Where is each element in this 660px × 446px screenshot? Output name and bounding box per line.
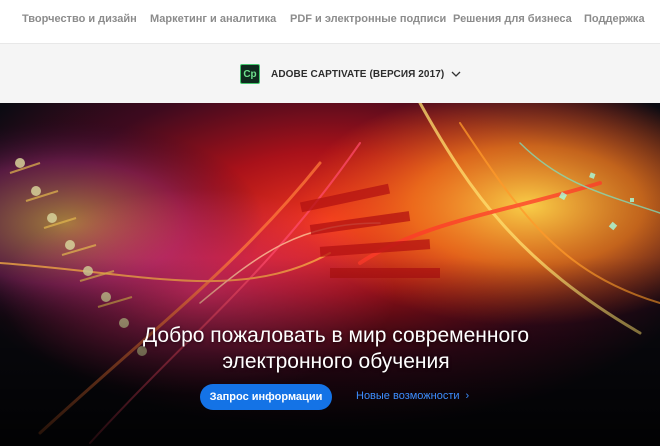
chevron-down-icon [451,71,461,77]
global-nav: Творчество и дизайн Маркетинг и аналитик… [0,0,660,43]
hero-title: Добро пожаловать в мир современного элек… [0,323,660,375]
chevron-right-icon: › [465,390,470,402]
hero-title-line1: Добро пожаловать в мир современного [142,324,530,347]
request-info-button[interactable]: Запрос информации [200,384,332,410]
hero-title-line2: электронного обучения [222,350,450,373]
nav-item-marketing-analytics[interactable]: Маркетинг и аналитика [150,13,276,25]
product-switcher[interactable]: Cp ADOBE CAPTIVATE (ВЕРСИЯ 2017) [240,63,461,85]
nav-item-business-solutions[interactable]: Решения для бизнеса [453,13,572,25]
hero-banner: Добро пожаловать в мир современного элек… [0,103,660,446]
product-nav: Cp ADOBE CAPTIVATE (ВЕРСИЯ 2017) [0,43,660,103]
new-features-label: Новые возможности [356,390,460,402]
nav-item-support[interactable]: Поддержка [584,13,645,25]
captivate-logo-icon: Cp [240,64,260,84]
nav-item-pdf-esign[interactable]: PDF и электронные подписи [290,13,446,25]
nav-item-creativity-design[interactable]: Творчество и дизайн [22,13,137,25]
new-features-link[interactable]: Новые возможности › [356,390,469,402]
product-name: ADOBE CAPTIVATE (ВЕРСИЯ 2017) [271,68,445,80]
